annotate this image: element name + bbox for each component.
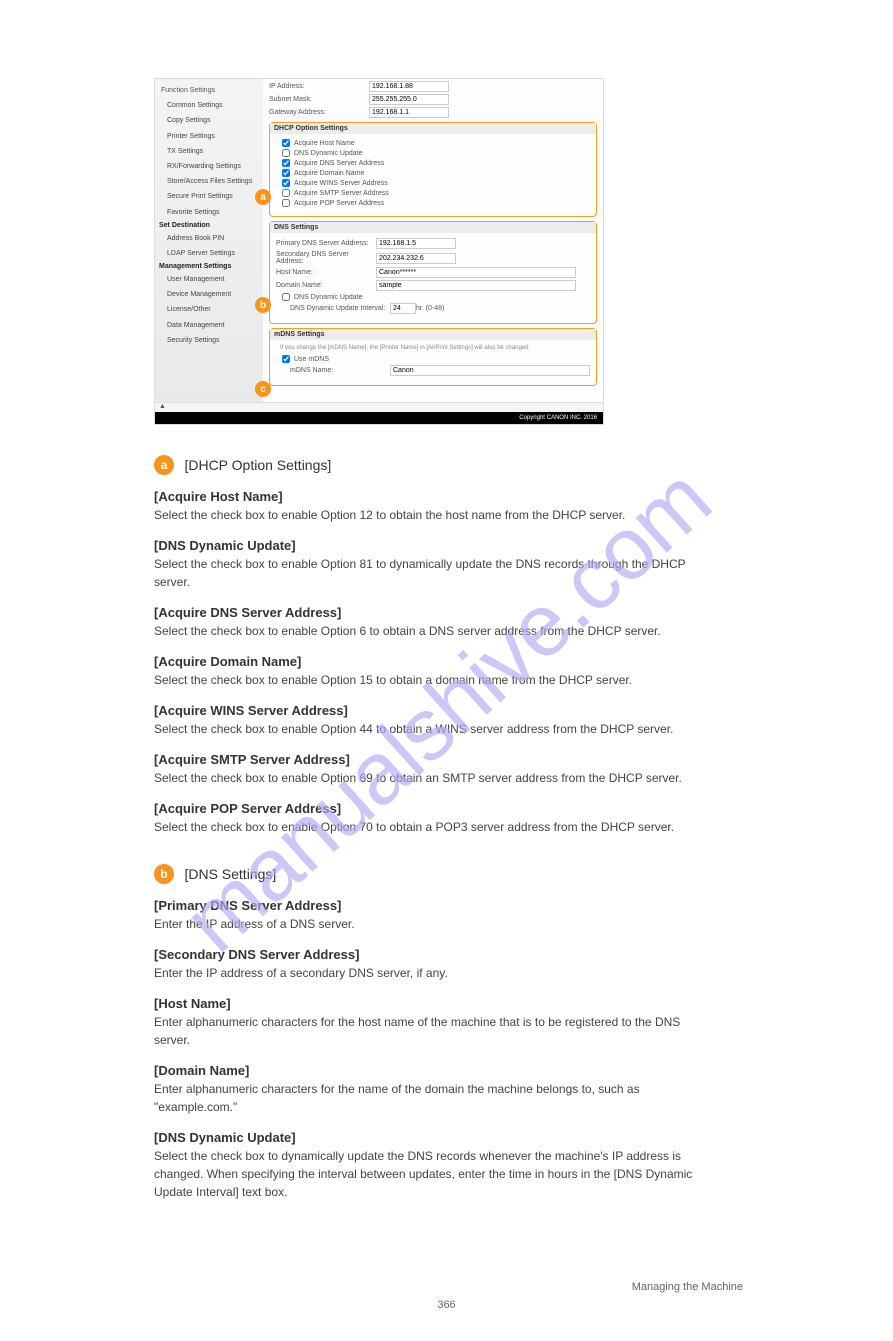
side-secure-print[interactable]: Secure Print Settings bbox=[155, 189, 263, 204]
chk-acquire-host[interactable] bbox=[282, 139, 290, 147]
side-license-other[interactable]: License/Other bbox=[155, 302, 263, 317]
host-name-label: Host Name: bbox=[276, 269, 376, 276]
side-printer-settings[interactable]: Printer Settings bbox=[155, 129, 263, 144]
lbl-acquire-pop: Acquire POP Server Address bbox=[294, 200, 384, 207]
managing-label: Managing the Machine bbox=[632, 1281, 743, 1293]
dhcp-title: DHCP Option Settings bbox=[270, 123, 596, 134]
lbl-acquire-domain: Acquire Domain Name bbox=[294, 170, 364, 177]
secondary-dns-input[interactable] bbox=[376, 253, 456, 264]
opt-dyn-label: [DNS Dynamic Update] bbox=[154, 538, 714, 553]
lbl-dns-dyn-update: DNS Dynamic Update bbox=[294, 294, 362, 301]
domain-name-input[interactable] bbox=[376, 280, 576, 291]
side-store-access[interactable]: Store/Access Files Settings bbox=[155, 174, 263, 189]
side-user-mgmt[interactable]: User Management bbox=[155, 272, 263, 287]
opt-smtp-label: [Acquire SMTP Server Address] bbox=[154, 752, 714, 767]
chk-dns-dyn-update[interactable] bbox=[282, 293, 290, 301]
chk-acquire-wins[interactable] bbox=[282, 179, 290, 187]
opt-domain-name-label: [Domain Name] bbox=[154, 1063, 714, 1078]
chk-acquire-domain[interactable] bbox=[282, 169, 290, 177]
opt-dnsaddr-label: [Acquire DNS Server Address] bbox=[154, 605, 714, 620]
chk-acquire-pop[interactable] bbox=[282, 199, 290, 207]
opt-host-label: [Acquire Host Name] bbox=[154, 489, 714, 504]
chk-acquire-dns[interactable] bbox=[282, 159, 290, 167]
mdns-title: mDNS Settings bbox=[270, 329, 596, 340]
opt-secondary-label: [Secondary DNS Server Address] bbox=[154, 947, 714, 962]
side-function-settings[interactable]: Function Settings bbox=[155, 83, 263, 98]
opt-pop-label: [Acquire POP Server Address] bbox=[154, 801, 714, 816]
lbl-use-mdns: Use mDNS bbox=[294, 356, 329, 363]
opt-pop-desc: Select the check box to enable Option 70… bbox=[154, 818, 714, 836]
gw-label: Gateway Address: bbox=[269, 109, 369, 116]
settings-screenshot: Function Settings Common Settings Copy S… bbox=[154, 78, 604, 425]
opt-secondary-desc: Enter the IP address of a secondary DNS … bbox=[154, 964, 714, 982]
subnet-input[interactable] bbox=[369, 94, 449, 105]
copyright-footer: Copyright CANON INC. 2016 bbox=[155, 412, 603, 424]
opt-dns-dyn-desc: Select the check box to dynamically upda… bbox=[154, 1147, 714, 1201]
side-security-settings[interactable]: Security Settings bbox=[155, 333, 263, 348]
secondary-dns-label: Secondary DNS Server Address: bbox=[276, 251, 376, 265]
host-name-input[interactable] bbox=[376, 267, 576, 278]
expl-a-title: [DHCP Option Settings] bbox=[184, 457, 331, 473]
expl-marker-b-icon: b bbox=[154, 864, 174, 884]
marker-a-icon: a bbox=[255, 189, 271, 205]
ip-label: IP Address: bbox=[269, 83, 369, 90]
mdns-name-label: mDNS Name: bbox=[290, 367, 390, 374]
dns-interval-unit: hr. (0-48) bbox=[416, 305, 444, 312]
sidebar: Function Settings Common Settings Copy S… bbox=[155, 79, 263, 402]
opt-domain-name-desc: Enter alphanumeric characters for the na… bbox=[154, 1080, 714, 1116]
lbl-acquire-host: Acquire Host Name bbox=[294, 140, 355, 147]
opt-smtp-desc: Select the check box to enable Option 69… bbox=[154, 769, 714, 787]
side-common-settings[interactable]: Common Settings bbox=[155, 98, 263, 113]
opt-host-desc: Select the check box to enable Option 12… bbox=[154, 506, 714, 524]
side-set-destination-head: Set Destination bbox=[155, 220, 263, 231]
primary-dns-input[interactable] bbox=[376, 238, 456, 249]
mdns-name-input[interactable] bbox=[390, 365, 590, 376]
lbl-acquire-dns: Acquire DNS Server Address bbox=[294, 160, 384, 167]
lbl-dns-dynamic: DNS Dynamic Update bbox=[294, 150, 362, 157]
side-favorite-settings[interactable]: Favorite Settings bbox=[155, 205, 263, 220]
opt-domain-label: [Acquire Domain Name] bbox=[154, 654, 714, 669]
marker-b-icon: b bbox=[255, 297, 271, 313]
primary-dns-label: Primary DNS Server Address: bbox=[276, 240, 376, 247]
opt-host-name-label: [Host Name] bbox=[154, 996, 714, 1011]
lbl-acquire-wins: Acquire WINS Server Address bbox=[294, 180, 388, 187]
side-mgmt-head: Management Settings bbox=[155, 261, 263, 272]
mdns-note: If you change the [mDNS Name], the [Prin… bbox=[276, 343, 590, 353]
gw-input[interactable] bbox=[369, 107, 449, 118]
side-tx-settings[interactable]: TX Settings bbox=[155, 144, 263, 159]
domain-name-label: Domain Name: bbox=[276, 282, 376, 289]
opt-dns-dyn-label: [DNS Dynamic Update] bbox=[154, 1130, 714, 1145]
side-data-mgmt[interactable]: Data Management bbox=[155, 318, 263, 333]
chk-dns-dynamic[interactable] bbox=[282, 149, 290, 157]
opt-primary-label: [Primary DNS Server Address] bbox=[154, 898, 714, 913]
side-rx-forwarding[interactable]: RX/Forwarding Settings bbox=[155, 159, 263, 174]
chk-use-mdns[interactable] bbox=[282, 355, 290, 363]
expl-b-title: [DNS Settings] bbox=[184, 866, 276, 882]
mdns-section: mDNS Settings If you change the [mDNS Na… bbox=[269, 328, 597, 386]
lbl-acquire-smtp: Acquire SMTP Server Address bbox=[294, 190, 389, 197]
opt-wins-label: [Acquire WINS Server Address] bbox=[154, 703, 714, 718]
dns-interval-input[interactable] bbox=[390, 303, 416, 314]
opt-domain-desc: Select the check box to enable Option 15… bbox=[154, 671, 714, 689]
expl-marker-a-icon: a bbox=[154, 455, 174, 475]
opt-wins-desc: Select the check box to enable Option 44… bbox=[154, 720, 714, 738]
opt-primary-desc: Enter the IP address of a DNS server. bbox=[154, 915, 714, 933]
ip-input[interactable] bbox=[369, 81, 449, 92]
side-address-book-pin[interactable]: Address Book PIN bbox=[155, 231, 263, 246]
dns-interval-label: DNS Dynamic Update Interval: bbox=[290, 305, 390, 312]
scroll-top-row: ▲ bbox=[155, 402, 603, 412]
subnet-label: Subnet Mask: bbox=[269, 96, 369, 103]
side-copy-settings[interactable]: Copy Settings bbox=[155, 113, 263, 128]
dns-section: DNS Settings Primary DNS Server Address:… bbox=[269, 221, 597, 324]
chk-acquire-smtp[interactable] bbox=[282, 189, 290, 197]
opt-dnsaddr-desc: Select the check box to enable Option 6 … bbox=[154, 622, 714, 640]
side-ldap-server[interactable]: LDAP Server Settings bbox=[155, 246, 263, 261]
opt-dyn-desc: Select the check box to enable Option 81… bbox=[154, 555, 714, 591]
dhcp-section: DHCP Option Settings Acquire Host Name D… bbox=[269, 122, 597, 217]
side-device-mgmt[interactable]: Device Management bbox=[155, 287, 263, 302]
opt-host-name-desc: Enter alphanumeric characters for the ho… bbox=[154, 1013, 714, 1049]
dns-title: DNS Settings bbox=[270, 222, 596, 233]
marker-c-icon: c bbox=[255, 381, 271, 397]
page-number: 366 bbox=[437, 1299, 455, 1311]
